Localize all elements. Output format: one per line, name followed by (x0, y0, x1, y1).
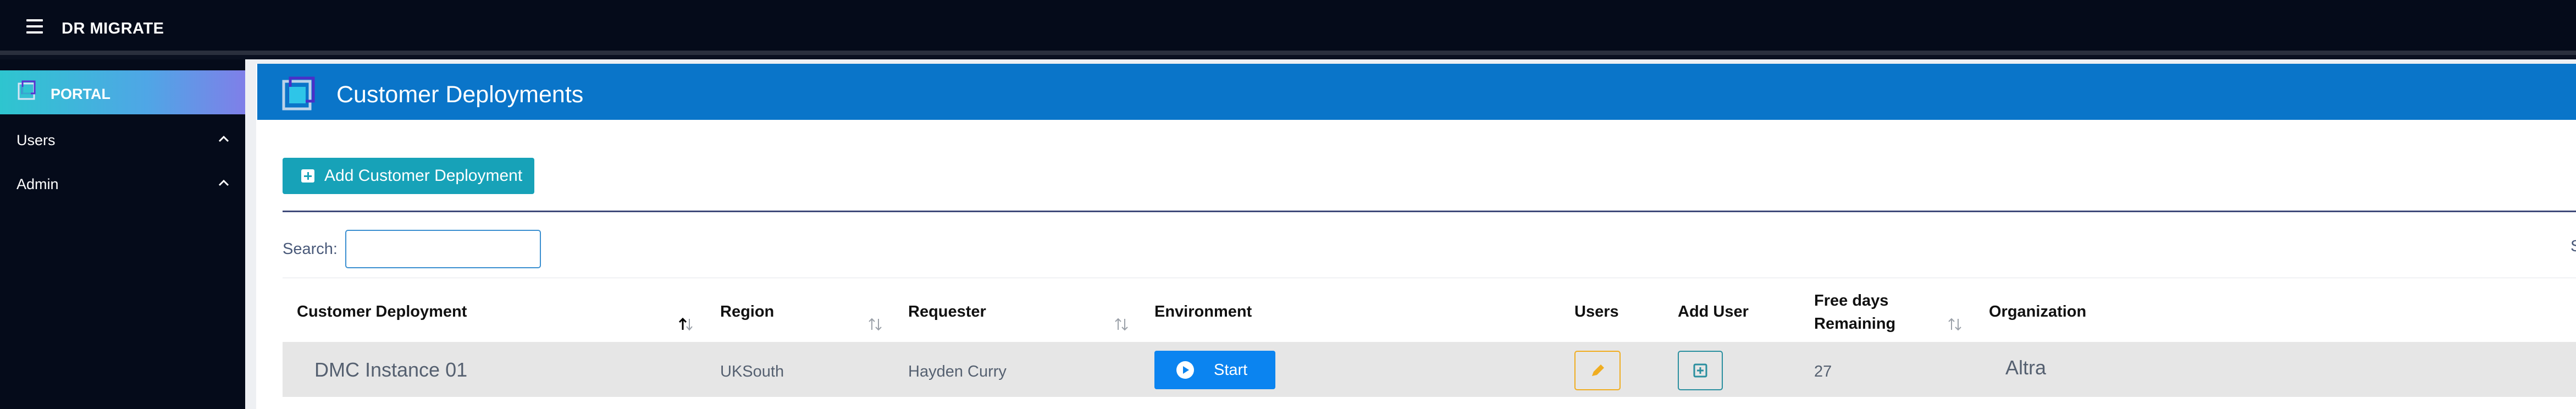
column-header-organization[interactable]: Organization (1989, 300, 2086, 323)
column-header-free-days-line2[interactable]: Remaining (1814, 312, 1895, 335)
cell-free-days-remaining: 27 (1814, 363, 1832, 380)
chevron-up-icon (218, 179, 229, 186)
edit-users-button[interactable] (1574, 351, 1621, 390)
sort-ascending-icon[interactable] (677, 317, 695, 332)
cell-region: UKSouth (720, 363, 784, 380)
sidebar-item-users[interactable]: Users (0, 123, 245, 156)
hamburger-icon[interactable] (26, 19, 43, 34)
table-row (283, 342, 2576, 397)
column-header-region[interactable]: Region (720, 300, 774, 323)
sidebar-item-label: Users (16, 132, 56, 148)
sidebar-item-label: Admin (16, 176, 59, 192)
portal-icon (18, 80, 36, 100)
column-header-free-days-line1[interactable]: Free days (1814, 289, 1888, 312)
chevron-up-icon (218, 135, 229, 142)
sort-icon[interactable] (1113, 317, 1130, 332)
column-header-users: Users (1574, 303, 1619, 320)
deployments-icon (282, 76, 315, 110)
page-header: Customer Deployments (257, 64, 2576, 120)
sort-icon[interactable] (1946, 317, 1964, 332)
brand-logo[interactable]: DR MIGRATE (62, 20, 164, 38)
add-customer-deployment-button[interactable]: Add Customer Deployment (283, 158, 534, 194)
plus-square-icon (1693, 363, 1707, 378)
cell-organization: Altra (2005, 356, 2047, 379)
search-label: Search: (283, 240, 338, 258)
sidebar-item-admin[interactable]: Admin (0, 167, 245, 200)
start-environment-button[interactable]: Start (1154, 351, 1275, 389)
column-header-requester[interactable]: Requester (908, 300, 986, 323)
divider (283, 211, 2576, 212)
start-label: Start (1214, 361, 1248, 379)
add-customer-deployment-label: Add Customer Deployment (324, 167, 523, 185)
pencil-icon (1592, 364, 1604, 376)
top-bar: DR MIGRATE (0, 0, 2576, 55)
sidebar-portal-label: PORTAL (51, 86, 110, 102)
page-title: Customer Deployments (336, 81, 584, 108)
column-header-customer-deployment[interactable]: Customer Deployment (297, 300, 467, 323)
cell-requester: Hayden Curry (908, 363, 1007, 380)
sort-icon[interactable] (866, 317, 884, 332)
cell-customer-deployment: DMC Instance 01 (314, 358, 468, 381)
plus-square-icon (301, 169, 314, 183)
search-input[interactable] (345, 230, 541, 268)
column-header-environment: Environment (1154, 303, 1252, 320)
play-circle-icon (1176, 361, 1194, 379)
truncated-label: S (2571, 237, 2576, 255)
column-header-add-user: Add User (1678, 303, 1749, 320)
sidebar-portal[interactable]: PORTAL (0, 70, 245, 114)
add-user-button[interactable] (1678, 351, 1723, 390)
